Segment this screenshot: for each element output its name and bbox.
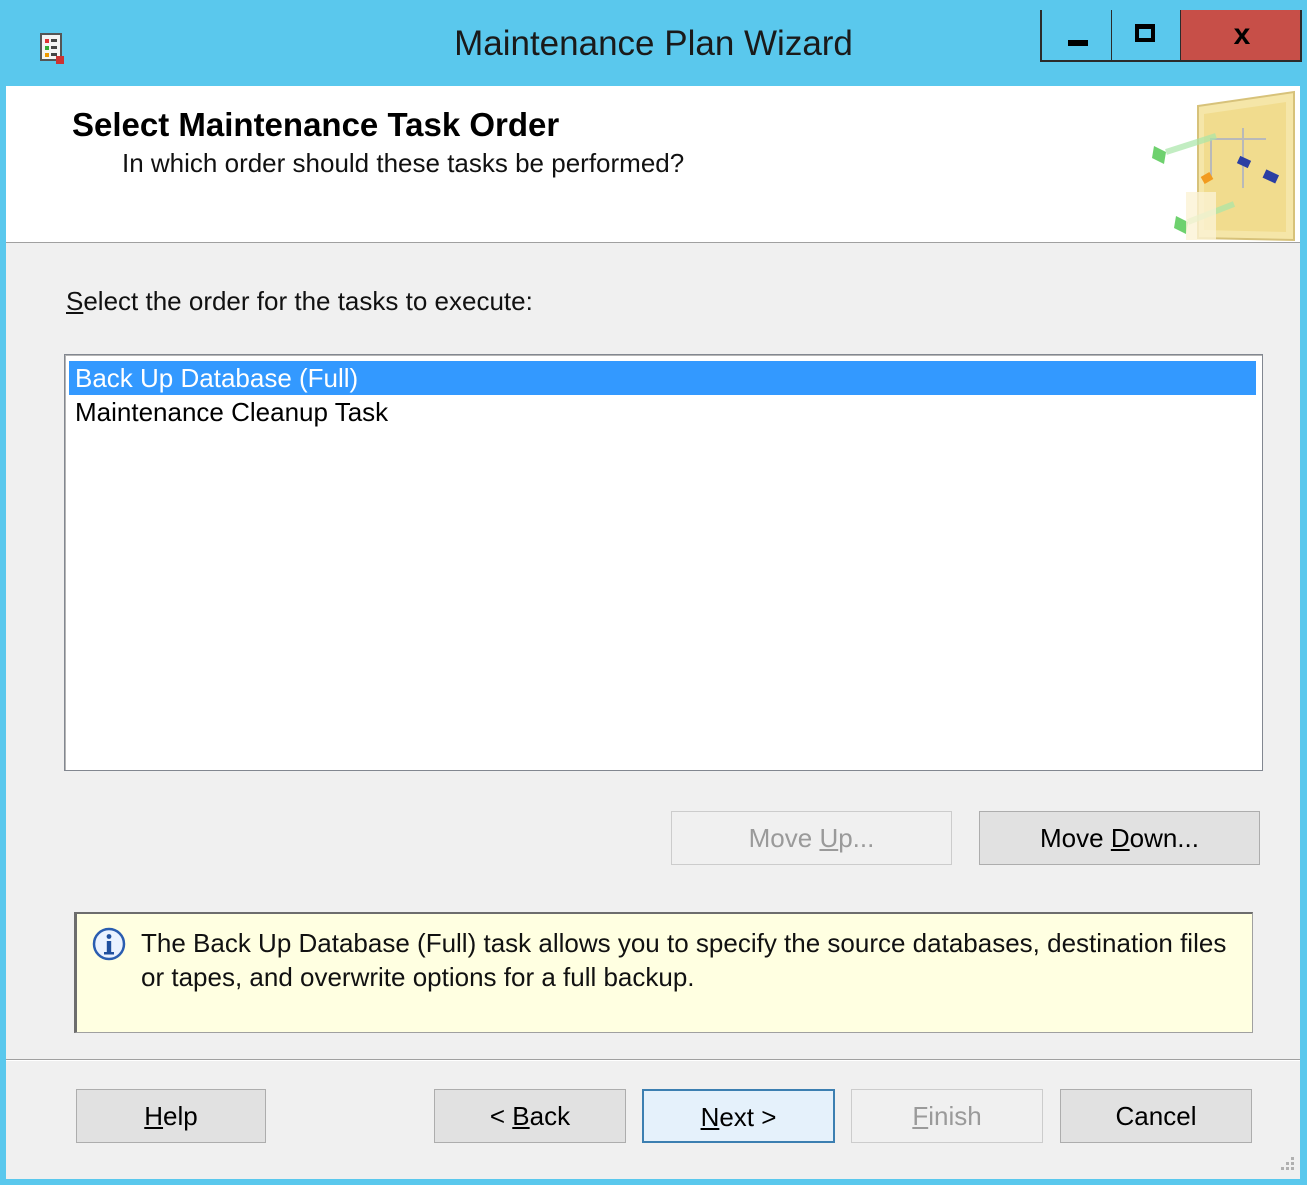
- title-bar[interactable]: Maintenance Plan Wizard x: [0, 0, 1307, 86]
- back-button[interactable]: < Back: [434, 1089, 626, 1143]
- next-button[interactable]: Next >: [642, 1089, 835, 1143]
- maximize-icon: [1135, 24, 1155, 42]
- task-order-label-mnemonic: S: [66, 286, 84, 316]
- footer-divider: [6, 1059, 1300, 1061]
- move-up-button[interactable]: Move Up...: [671, 811, 952, 865]
- cancel-button[interactable]: Cancel: [1060, 1089, 1252, 1143]
- info-icon: [92, 927, 126, 961]
- minimize-icon: [1068, 40, 1088, 46]
- resize-grip-icon[interactable]: [1276, 1152, 1296, 1172]
- task-order-label: Select the order for the tasks to execut…: [66, 286, 533, 317]
- wizard-window: Maintenance Plan Wizard x Select Mainten…: [0, 0, 1307, 1185]
- next-post: ext >: [719, 1102, 777, 1132]
- move-down-button[interactable]: Move Down...: [979, 811, 1260, 865]
- close-icon: x: [1233, 18, 1251, 51]
- back-mnemonic: B: [512, 1101, 530, 1131]
- task-order-list[interactable]: Back Up Database (Full) Maintenance Clea…: [64, 354, 1263, 771]
- page-title: Select Maintenance Task Order: [72, 106, 560, 143]
- minimize-button[interactable]: [1040, 10, 1112, 62]
- task-order-label-rest: elect the order for the tasks to execute…: [83, 286, 533, 316]
- help-mnemonic: H: [144, 1101, 164, 1131]
- finish-mnemonic: F: [912, 1101, 929, 1131]
- move-down-mnemonic: D: [1110, 823, 1130, 853]
- move-down-pre: Move: [1040, 823, 1111, 853]
- finish-post: inish: [928, 1101, 982, 1131]
- back-post: ack: [529, 1101, 571, 1131]
- finish-button[interactable]: Finish: [851, 1089, 1043, 1143]
- list-item[interactable]: Back Up Database (Full): [69, 361, 1256, 395]
- maximize-button[interactable]: [1112, 10, 1180, 62]
- wizard-banner-icon: [1152, 90, 1295, 242]
- wizard-header: Select Maintenance Task Order In which o…: [6, 86, 1300, 243]
- move-up-pre: Move: [748, 823, 820, 853]
- help-button[interactable]: Help: [76, 1089, 266, 1143]
- move-down-post: own...: [1129, 823, 1199, 853]
- list-item[interactable]: Maintenance Cleanup Task: [69, 395, 1256, 429]
- help-post: elp: [163, 1101, 198, 1131]
- move-up-mnemonic: U: [819, 823, 839, 853]
- close-button[interactable]: x: [1180, 10, 1302, 62]
- page-subtitle: In which order should these tasks be per…: [122, 148, 685, 178]
- move-up-post: p...: [838, 823, 875, 853]
- task-description-panel: The Back Up Database (Full) task allows …: [74, 912, 1253, 1033]
- back-pre: <: [489, 1101, 513, 1131]
- wizard-client-area: Select Maintenance Task Order In which o…: [6, 86, 1300, 1179]
- task-description-text: The Back Up Database (Full) task allows …: [141, 928, 1227, 992]
- next-mnemonic: N: [700, 1102, 720, 1132]
